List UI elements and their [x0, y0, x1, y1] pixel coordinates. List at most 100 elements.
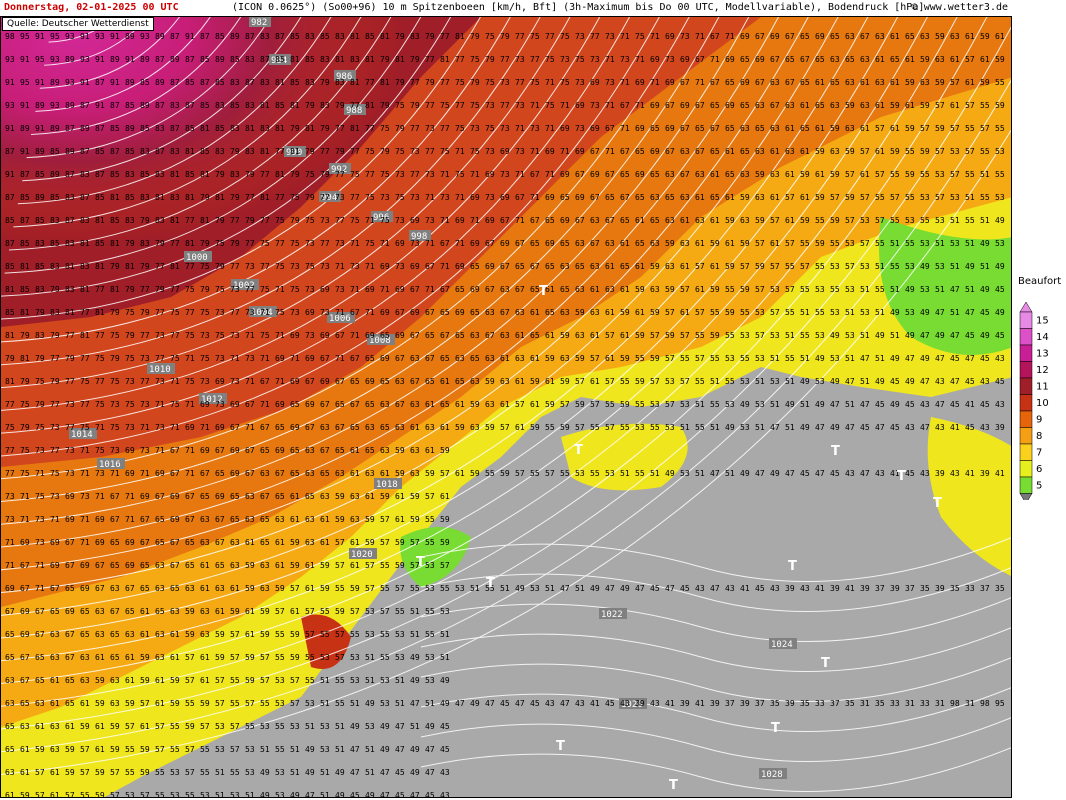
gust-value: 87	[80, 101, 90, 110]
gust-value: 55	[275, 653, 285, 662]
gust-value: 89	[215, 55, 225, 64]
gust-value: 59	[545, 400, 555, 409]
gust-value: 89	[20, 124, 30, 133]
gust-value: 61	[350, 446, 360, 455]
gust-value: 47	[485, 699, 495, 708]
gust-value: 63	[50, 630, 60, 639]
gust-value: 67	[20, 561, 30, 570]
gust-value: 91	[185, 32, 195, 41]
gust-value: 63	[410, 400, 420, 409]
gust-value: 53	[935, 262, 945, 271]
gust-value: 87	[110, 101, 120, 110]
gust-value: 61	[695, 239, 705, 248]
gust-value: 65	[35, 676, 45, 685]
gust-value: 59	[530, 377, 540, 386]
gust-value: 67	[785, 78, 795, 87]
gust-value: 91	[110, 78, 120, 87]
gust-value: 69	[200, 400, 210, 409]
gust-value: 79	[110, 354, 120, 363]
gust-value: 55	[785, 354, 795, 363]
gust-value: 73	[110, 400, 120, 409]
gust-value: 57	[770, 262, 780, 271]
gust-value: 77	[440, 124, 450, 133]
gust-value: 49	[995, 216, 1005, 225]
gust-value: 61	[875, 147, 885, 156]
gust-value: 77	[5, 469, 15, 478]
legend-label: 15	[1036, 315, 1049, 326]
gust-value: 79	[500, 32, 510, 41]
gust-value: 77	[230, 216, 240, 225]
gust-value: 75	[95, 354, 105, 363]
gust-value: 55	[260, 699, 270, 708]
gust-value: 51	[365, 676, 375, 685]
gust-value: 61	[365, 492, 375, 501]
gust-value: 59	[815, 239, 825, 248]
gust-value: 79	[155, 239, 165, 248]
gust-value: 83	[245, 101, 255, 110]
gust-value: 43	[950, 469, 960, 478]
gust-value: 47	[785, 469, 795, 478]
gust-value: 73	[35, 538, 45, 547]
gust-value: 65	[620, 262, 630, 271]
gust-value: 37	[725, 699, 735, 708]
gust-value: 77	[155, 262, 165, 271]
gust-value: 57	[215, 699, 225, 708]
gust-value: 65	[905, 32, 915, 41]
gust-value: 59	[665, 285, 675, 294]
gust-value: 57	[335, 653, 345, 662]
gust-value: 79	[290, 170, 300, 179]
gust-value: 59	[710, 331, 720, 340]
gust-value: 81	[380, 32, 390, 41]
gust-value: 53	[650, 400, 660, 409]
gust-value: 43	[995, 400, 1005, 409]
gust-value: 67	[680, 170, 690, 179]
gust-value: 39	[680, 699, 690, 708]
gust-value: 57	[185, 745, 195, 754]
gust-value: 55	[425, 630, 435, 639]
gust-value: 87	[185, 101, 195, 110]
gust-value: 65	[800, 124, 810, 133]
gust-value: 65	[635, 239, 645, 248]
gust-value: 57	[230, 653, 240, 662]
gust-value: 51	[980, 170, 990, 179]
gust-value: 55	[230, 768, 240, 777]
gust-value: 69	[590, 78, 600, 87]
gust-value: 51	[800, 354, 810, 363]
gust-value: 41	[740, 584, 750, 593]
gust-value: 87	[20, 216, 30, 225]
gust-value: 59	[905, 78, 915, 87]
gust-value: 49	[470, 699, 480, 708]
gust-value: 67	[110, 515, 120, 524]
gust-value: 45	[395, 768, 405, 777]
gust-value: 57	[980, 124, 990, 133]
gust-value: 53	[215, 722, 225, 731]
gust-value: 79	[305, 101, 315, 110]
gust-value: 73	[485, 193, 495, 202]
legend-swatch	[1019, 344, 1033, 362]
gust-value: 53	[950, 239, 960, 248]
gust-value: 69	[5, 584, 15, 593]
gust-value: 59	[275, 584, 285, 593]
site-credit: © www.wetter3.de	[912, 0, 1008, 16]
gust-value: 47	[815, 423, 825, 432]
gust-value: 79	[50, 377, 60, 386]
gust-value: 63	[35, 699, 45, 708]
gust-value: 95	[20, 32, 30, 41]
gust-value: 63	[410, 354, 420, 363]
gust-value: 75	[560, 78, 570, 87]
gust-value: 49	[305, 768, 315, 777]
gust-value: 51	[305, 722, 315, 731]
gust-value: 57	[755, 239, 765, 248]
gust-value: 55	[125, 745, 135, 754]
gust-value: 67	[260, 377, 270, 386]
gust-value: 67	[35, 630, 45, 639]
gust-value: 65	[755, 124, 765, 133]
gust-value: 81	[65, 308, 75, 317]
gust-value: 57	[875, 216, 885, 225]
gust-value: 71	[50, 515, 60, 524]
gust-value: 59	[845, 147, 855, 156]
gust-value: 83	[50, 216, 60, 225]
gust-value: 53	[920, 285, 930, 294]
gust-value: 61	[95, 722, 105, 731]
gust-value: 65	[5, 630, 15, 639]
